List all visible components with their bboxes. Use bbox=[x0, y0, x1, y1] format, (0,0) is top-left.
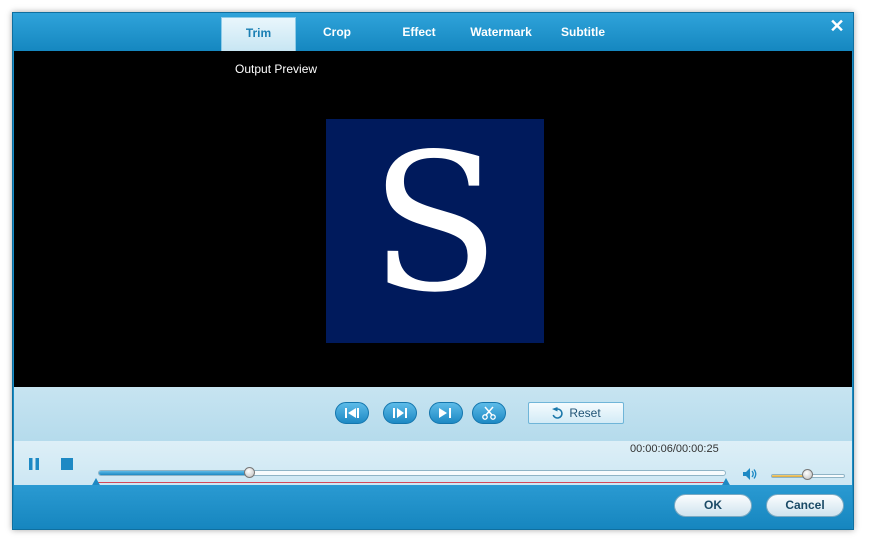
stop-icon[interactable] bbox=[61, 458, 73, 470]
trim-range bbox=[98, 482, 726, 483]
tab-watermark[interactable]: Watermark bbox=[460, 17, 542, 51]
volume-icon[interactable] bbox=[742, 467, 758, 481]
seek-slider[interactable] bbox=[98, 470, 726, 476]
preview-label: Output Preview bbox=[235, 62, 318, 76]
preview-logo: S bbox=[326, 119, 544, 343]
pause-icon[interactable] bbox=[27, 457, 41, 471]
tab-bar: Trim Crop Effect Watermark Subtitle bbox=[221, 17, 624, 51]
tab-trim[interactable]: Trim bbox=[221, 17, 296, 51]
trim-controls: Reset bbox=[14, 387, 852, 441]
seek-handle[interactable] bbox=[243, 467, 255, 478]
set-end-button[interactable] bbox=[429, 402, 463, 424]
close-icon[interactable]: ✕ bbox=[827, 16, 847, 36]
ok-button[interactable]: OK bbox=[674, 494, 752, 517]
title-bar: Trim Crop Effect Watermark Subtitle ✕ bbox=[13, 13, 853, 51]
set-end-icon bbox=[439, 408, 451, 418]
trim-dialog: Trim Crop Effect Watermark Subtitle ✕ Ou… bbox=[12, 12, 854, 530]
play-segment-button[interactable] bbox=[383, 402, 417, 424]
volume-handle[interactable] bbox=[801, 469, 813, 480]
seek-progress bbox=[99, 471, 250, 475]
cancel-button[interactable]: Cancel bbox=[766, 494, 844, 517]
time-readout: 00:00:06/00:00:25 bbox=[630, 443, 719, 455]
set-start-icon bbox=[345, 408, 359, 418]
logo-letter: S bbox=[369, 113, 501, 334]
tab-crop[interactable]: Crop bbox=[296, 17, 378, 51]
play-segment-icon bbox=[393, 408, 407, 418]
tab-effect[interactable]: Effect bbox=[378, 17, 460, 51]
reset-label: Reset bbox=[569, 406, 601, 420]
set-start-button[interactable] bbox=[335, 402, 369, 424]
dialog-footer: OK Cancel bbox=[14, 485, 852, 529]
cut-button[interactable] bbox=[472, 402, 506, 424]
scissors-icon bbox=[482, 406, 496, 420]
output-preview: Output Preview S bbox=[14, 51, 852, 387]
reset-icon bbox=[552, 406, 564, 419]
playback-bar: 00:00:06/00:00:25 bbox=[14, 441, 852, 487]
reset-button[interactable]: Reset bbox=[528, 402, 624, 424]
tab-subtitle[interactable]: Subtitle bbox=[542, 17, 624, 51]
